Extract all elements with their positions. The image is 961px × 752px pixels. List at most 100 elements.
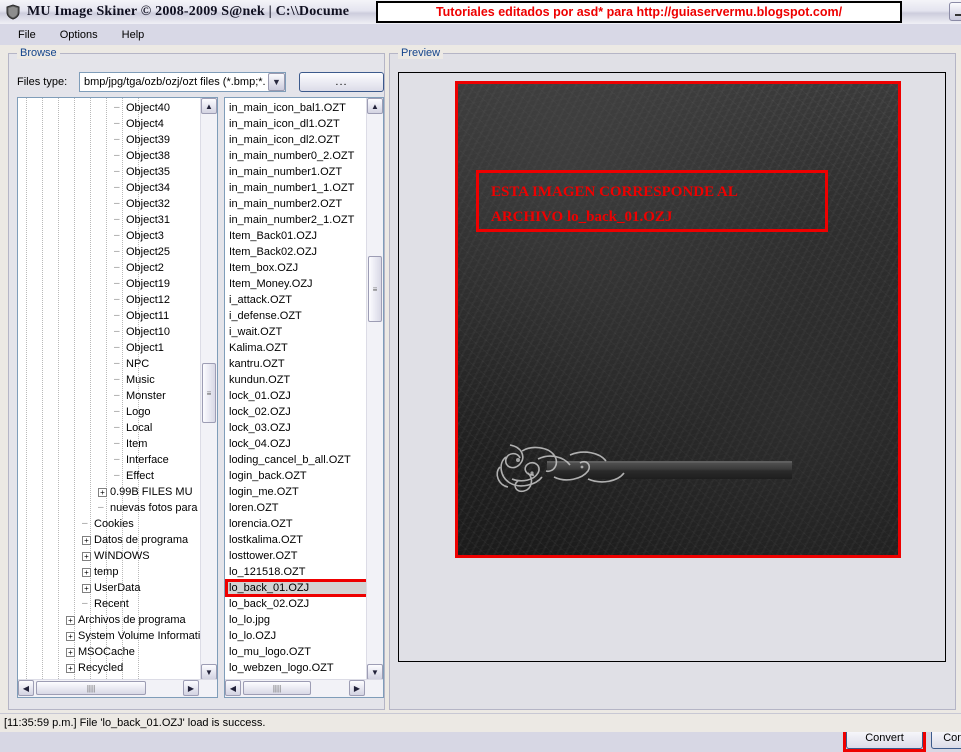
chevron-down-icon[interactable]: ▼: [268, 73, 285, 91]
tree-node[interactable]: ‒Object38: [18, 148, 201, 164]
file-list-item[interactable]: kundun.OZT: [225, 372, 367, 388]
browse-folder-button[interactable]: ...: [299, 72, 384, 92]
tree-node[interactable]: ‒Object4: [18, 116, 201, 132]
tree-node[interactable]: +Archivos de programa: [18, 612, 201, 628]
scroll-up-icon[interactable]: ▲: [201, 98, 217, 114]
file-list-item[interactable]: lock_04.OZJ: [225, 436, 367, 452]
tree-node[interactable]: ‒Object1: [18, 340, 201, 356]
file-list-item[interactable]: lock_03.OZJ: [225, 420, 367, 436]
tree-node[interactable]: ‒Object3: [18, 228, 201, 244]
tree-node[interactable]: ‒nuevas fotos para: [18, 500, 201, 516]
tree-node[interactable]: ‒Item: [18, 436, 201, 452]
file-list-item[interactable]: i_attack.OZT: [225, 292, 367, 308]
tree-hscroll-thumb[interactable]: ||||: [36, 681, 146, 695]
tree-node[interactable]: ‒Object12: [18, 292, 201, 308]
file-list-item[interactable]: loren.OZT: [225, 500, 367, 516]
tree-node[interactable]: +MSOCache: [18, 644, 201, 660]
tree-node[interactable]: ‒Object19: [18, 276, 201, 292]
file-list-item[interactable]: kantru.OZT: [225, 356, 367, 372]
tree-node[interactable]: ‒Monster: [18, 388, 201, 404]
tree-node[interactable]: ‒Recent: [18, 596, 201, 612]
file-list-pane[interactable]: in_main_icon_bal1.OZTin_main_icon_dl1.OZ…: [224, 97, 384, 698]
file-list-item[interactable]: in_main_icon_dl1.OZT: [225, 116, 367, 132]
tree-node[interactable]: +0.99B FILES MU: [18, 484, 201, 500]
file-list-item[interactable]: Kalima.OZT: [225, 340, 367, 356]
tree-node[interactable]: ‒Effect: [18, 468, 201, 484]
expand-plus-icon[interactable]: +: [66, 632, 75, 641]
tree-node[interactable]: +UserData: [18, 580, 201, 596]
expand-plus-icon[interactable]: +: [98, 488, 107, 497]
tree-node[interactable]: +WINDOWS: [18, 548, 201, 564]
scroll-right-icon[interactable]: ▶: [349, 680, 365, 696]
tree-node[interactable]: ‒Local: [18, 420, 201, 436]
file-list-item[interactable]: lo_lo.jpg: [225, 612, 367, 628]
file-list-item[interactable]: i_wait.OZT: [225, 324, 367, 340]
tree-node[interactable]: ‒Object10: [18, 324, 201, 340]
expand-plus-icon[interactable]: +: [66, 616, 75, 625]
menu-item-file[interactable]: File: [6, 27, 48, 43]
expand-plus-icon[interactable]: +: [66, 664, 75, 673]
file-list-item[interactable]: in_main_icon_dl2.OZT: [225, 132, 367, 148]
file-list-item[interactable]: i_defense.OZT: [225, 308, 367, 324]
file-list-item[interactable]: lostkalima.OZT: [225, 532, 367, 548]
file-list-item[interactable]: lo_mu_logo.OZT: [225, 644, 367, 660]
files-type-select[interactable]: bmp/jpg/tga/ozb/ozj/ozt files (*.bmp;*. …: [79, 72, 286, 92]
tree-node[interactable]: +Datos de programa: [18, 532, 201, 548]
file-list-item[interactable]: login_me.OZT: [225, 484, 367, 500]
expand-plus-icon[interactable]: +: [82, 568, 91, 577]
scroll-up-icon[interactable]: ▲: [367, 98, 383, 114]
menu-item-help[interactable]: Help: [110, 27, 157, 43]
tree-vscroll-thumb[interactable]: ≡: [202, 363, 216, 423]
file-list-item[interactable]: loding_cancel_b_all.OZT: [225, 452, 367, 468]
file-list-item[interactable]: lo_webzen_logo.OZT: [225, 660, 367, 676]
scroll-down-icon[interactable]: ▼: [367, 664, 383, 680]
tree-node[interactable]: ‒Cookies: [18, 516, 201, 532]
scroll-right-icon[interactable]: ▶: [183, 680, 199, 696]
file-list-item[interactable]: lock_01.OZJ: [225, 388, 367, 404]
list-vscroll-thumb[interactable]: ≡: [368, 256, 382, 322]
file-list-item[interactable]: in_main_number0_2.OZT: [225, 148, 367, 164]
file-list-item[interactable]: lo_lo.OZJ: [225, 628, 367, 644]
tree-node[interactable]: ‒Object32: [18, 196, 201, 212]
expand-plus-icon[interactable]: +: [82, 552, 91, 561]
tree-vertical-scrollbar[interactable]: ▲ ≡ ▼: [200, 98, 217, 680]
tree-node[interactable]: ‒Object25: [18, 244, 201, 260]
tree-node[interactable]: +temp: [18, 564, 201, 580]
file-list-item[interactable]: in_main_number2_1.OZT: [225, 212, 367, 228]
scroll-down-icon[interactable]: ▼: [201, 664, 217, 680]
tree-node[interactable]: ‒Object31: [18, 212, 201, 228]
file-list-item[interactable]: login_back.OZT: [225, 468, 367, 484]
list-vertical-scrollbar[interactable]: ▲ ≡ ▼: [366, 98, 383, 680]
expand-plus-icon[interactable]: +: [82, 536, 91, 545]
file-list-item[interactable]: in_main_number1.OZT: [225, 164, 367, 180]
file-list-item-selected[interactable]: lo_back_01.OZJ: [225, 580, 367, 596]
file-list-item[interactable]: lock_02.OZJ: [225, 404, 367, 420]
file-list-item[interactable]: lorencia.OZT: [225, 516, 367, 532]
menu-item-options[interactable]: Options: [48, 27, 110, 43]
folder-tree-pane[interactable]: ‒Object40‒Object4‒Object39‒Object38‒Obje…: [17, 97, 218, 698]
expand-plus-icon[interactable]: +: [66, 648, 75, 657]
expand-plus-icon[interactable]: +: [82, 584, 91, 593]
file-list-item[interactable]: Item_Money.OZJ: [225, 276, 367, 292]
file-list-item[interactable]: Item_Back01.OZJ: [225, 228, 367, 244]
tree-node[interactable]: ‒Object35: [18, 164, 201, 180]
tree-node[interactable]: ‒NPC: [18, 356, 201, 372]
file-list-item[interactable]: losttower.OZT: [225, 548, 367, 564]
tree-horizontal-scrollbar[interactable]: ◀ |||| ▶: [18, 679, 217, 697]
minimize-button[interactable]: [949, 2, 961, 21]
file-list-item[interactable]: Item_Back02.OZJ: [225, 244, 367, 260]
file-list-item[interactable]: lo_back_02.OZJ: [225, 596, 367, 612]
scroll-left-icon[interactable]: ◀: [18, 680, 34, 696]
tree-node[interactable]: +System Volume Information: [18, 628, 201, 644]
tree-node[interactable]: ‒Music: [18, 372, 201, 388]
tree-node[interactable]: ‒Object40: [18, 100, 201, 116]
file-list-item[interactable]: in_main_icon_bal1.OZT: [225, 100, 367, 116]
list-horizontal-scrollbar[interactable]: ◀ |||| ▶: [225, 679, 383, 697]
tree-node[interactable]: ‒Object2: [18, 260, 201, 276]
list-hscroll-thumb[interactable]: ||||: [243, 681, 311, 695]
tree-node[interactable]: ‒Object39: [18, 132, 201, 148]
tree-node[interactable]: ‒Object11: [18, 308, 201, 324]
tree-node[interactable]: ‒Object34: [18, 180, 201, 196]
scroll-left-icon[interactable]: ◀: [225, 680, 241, 696]
tree-node[interactable]: ‒Interface: [18, 452, 201, 468]
